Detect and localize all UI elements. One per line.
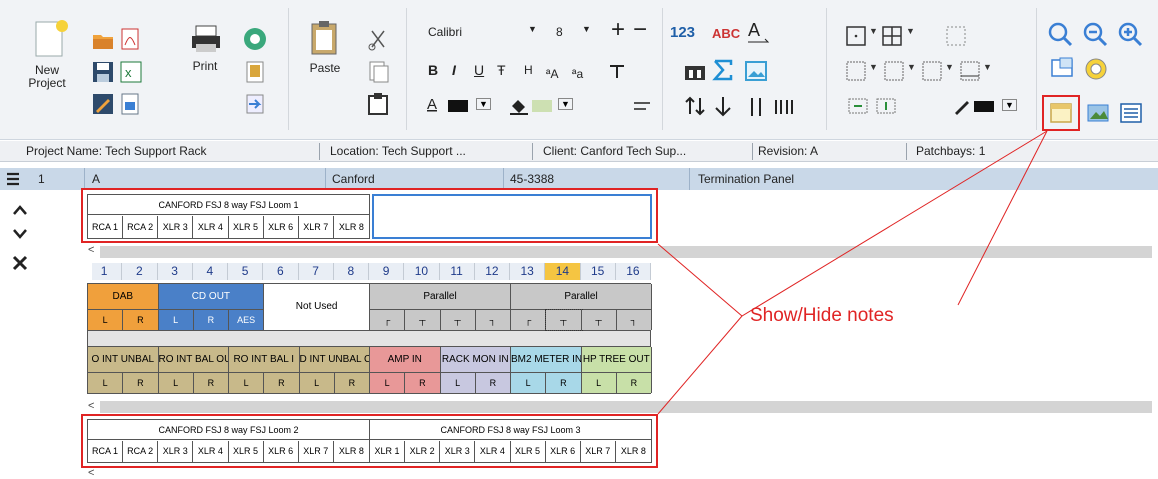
annotation-label: Show/Hide notes bbox=[750, 305, 894, 326]
callout-lines bbox=[657, 130, 1048, 415]
